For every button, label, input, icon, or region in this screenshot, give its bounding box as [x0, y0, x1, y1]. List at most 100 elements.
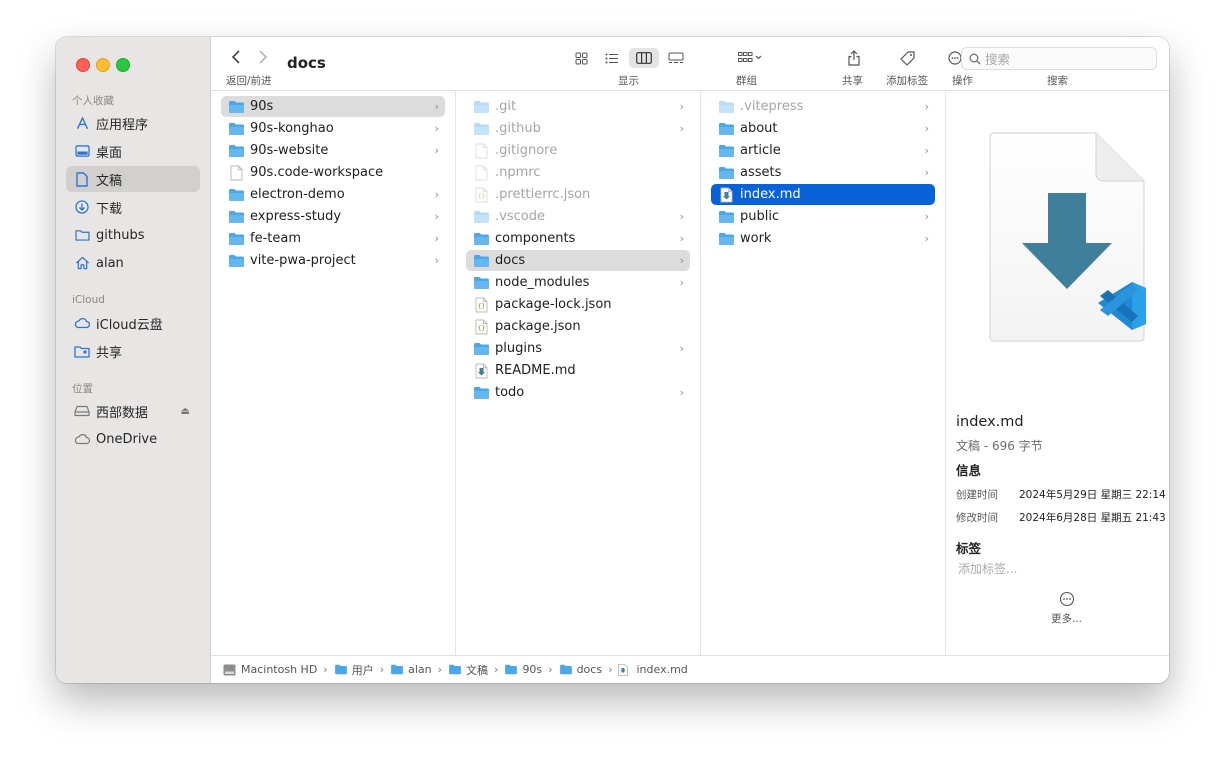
gallery-view-button[interactable] — [663, 48, 689, 68]
folder-row[interactable]: plugins › — [466, 338, 690, 359]
window-title: docs — [287, 54, 326, 72]
item-name: docs — [495, 253, 526, 268]
chevron-right-icon: › — [924, 122, 929, 135]
search-field[interactable]: 搜索 — [961, 47, 1157, 70]
folder-row[interactable]: todo › — [466, 382, 690, 403]
file-row[interactable]: README.md — [466, 360, 690, 381]
cloud-icon — [74, 315, 90, 331]
json-file-icon: {} — [472, 187, 490, 203]
path-crumb[interactable]: 文稿 › — [448, 662, 504, 678]
zoom-window-button[interactable] — [116, 58, 130, 72]
icon-view-button[interactable] — [570, 48, 592, 68]
search-input[interactable]: 搜索 — [985, 49, 1010, 68]
chevron-right-icon: › — [434, 188, 439, 201]
file-row[interactable]: .gitignore — [466, 140, 690, 161]
path-crumb[interactable]: 用户 › — [334, 662, 390, 678]
item-name: plugins — [495, 341, 542, 356]
back-button[interactable] — [231, 49, 241, 70]
folder-row[interactable]: fe-team › — [221, 228, 445, 249]
markdown-file-icon — [989, 132, 1146, 342]
sidebar-item-shared[interactable]: 共享 — [66, 338, 200, 364]
sidebar-item-downloads[interactable]: 下载 — [66, 194, 200, 220]
path-separator-icon: › — [379, 663, 385, 676]
tag-button[interactable] — [897, 48, 917, 68]
file-row[interactable]: {} package-lock.json — [466, 294, 690, 315]
group-button[interactable] — [733, 48, 767, 68]
column-view-button[interactable] — [629, 48, 659, 68]
chevron-right-icon: › — [679, 342, 684, 355]
path-separator-icon: › — [608, 663, 613, 676]
file-row[interactable]: {} .prettierrc.json — [466, 184, 690, 205]
folder-row[interactable]: .git › — [466, 96, 690, 117]
sidebar-item-label: 桌面 — [96, 145, 123, 161]
sidebar-item-alan[interactable]: alan — [66, 250, 200, 276]
chevron-right-icon: › — [924, 144, 929, 157]
sidebar: 个人收藏 应用程序 桌面 文稿 下载 githubs alan iCloud i… — [56, 37, 211, 683]
folder-row[interactable]: docs › — [466, 250, 690, 271]
sidebar-item-western-digital[interactable]: 西部数据 ⏏ — [66, 398, 200, 424]
nav-caption: 返回/前进 — [226, 75, 272, 87]
folder-row[interactable]: node_modules › — [466, 272, 690, 293]
modified-label: 修改时间 — [956, 512, 998, 524]
folder-row[interactable]: 90s-website › — [221, 140, 445, 161]
folder-row[interactable]: assets › — [711, 162, 935, 183]
folder-row[interactable]: .vscode › — [466, 206, 690, 227]
sidebar-item-desktop[interactable]: 桌面 — [66, 138, 200, 164]
item-name: package.json — [495, 319, 581, 334]
path-crumb[interactable]: alan › — [390, 663, 448, 676]
folder-row[interactable]: public › — [711, 206, 935, 227]
folder-row[interactable]: components › — [466, 228, 690, 249]
folder-row[interactable]: .github › — [466, 118, 690, 139]
sidebar-item-label: 西部数据 — [96, 405, 149, 421]
favorites-header: 个人收藏 — [72, 95, 114, 107]
folder-icon — [227, 143, 245, 159]
minimize-window-button[interactable] — [96, 58, 110, 72]
path-crumb-label: Macintosh HD — [241, 663, 318, 676]
share-caption: 共享 — [842, 75, 863, 87]
share-button[interactable] — [844, 48, 864, 68]
path-crumb[interactable]: Macintosh HD › — [223, 663, 334, 676]
sidebar-item-githubs[interactable]: githubs — [66, 222, 200, 248]
forward-button[interactable] — [258, 49, 268, 70]
path-crumb[interactable]: 90s › — [504, 663, 558, 676]
chevron-right-icon: › — [679, 254, 684, 267]
folder-row[interactable]: 90s-konghao › — [221, 118, 445, 139]
file-row[interactable]: {} package.json — [466, 316, 690, 337]
add-tags-field[interactable]: 添加标签... — [958, 560, 1017, 577]
path-crumb[interactable]: index.md — [618, 663, 688, 676]
list-view-button[interactable] — [601, 48, 623, 68]
path-crumb-label: alan — [408, 663, 432, 676]
file-row[interactable]: .npmrc — [466, 162, 690, 183]
sidebar-item-onedrive[interactable]: OneDrive — [66, 426, 200, 452]
folder-row[interactable]: express-study › — [221, 206, 445, 227]
folder-row[interactable]: about › — [711, 118, 935, 139]
path-crumb[interactable]: docs › — [559, 663, 619, 676]
file-row[interactable]: 90s.code-workspace — [221, 162, 445, 183]
folder-row[interactable]: 90s › — [221, 96, 445, 117]
folder-icon — [472, 231, 490, 247]
folder-icon — [472, 275, 490, 291]
folder-row[interactable]: .vitepress › — [711, 96, 935, 117]
created-value: 2024年5月29日 星期三 22:14 — [1019, 489, 1166, 501]
item-name: article — [740, 143, 781, 158]
sidebar-item-applications[interactable]: 应用程序 — [66, 110, 200, 136]
folder-row[interactable]: work › — [711, 228, 935, 249]
sidebar-item-icloud-drive[interactable]: iCloud云盘 — [66, 310, 200, 336]
file-preview-image — [986, 131, 1161, 356]
folder-row[interactable]: vite-pwa-project › — [221, 250, 445, 271]
eject-icon[interactable]: ⏏ — [181, 406, 190, 417]
view-caption: 显示 — [618, 75, 639, 87]
more-label: 更多... — [1051, 613, 1083, 625]
sidebar-item-documents[interactable]: 文稿 — [66, 166, 200, 192]
item-name: fe-team — [250, 231, 301, 246]
more-button[interactable]: 更多... — [1051, 591, 1082, 626]
folder-row[interactable]: article › — [711, 140, 935, 161]
folder-row[interactable]: electron-demo › — [221, 184, 445, 205]
chevron-right-icon: › — [434, 210, 439, 223]
json-file-icon: {} — [472, 319, 490, 335]
path-separator-icon: › — [323, 663, 328, 676]
item-name: assets — [740, 165, 782, 180]
file-row[interactable]: index.md — [711, 184, 935, 205]
chevron-right-icon: › — [679, 122, 684, 135]
close-window-button[interactable] — [76, 58, 90, 72]
